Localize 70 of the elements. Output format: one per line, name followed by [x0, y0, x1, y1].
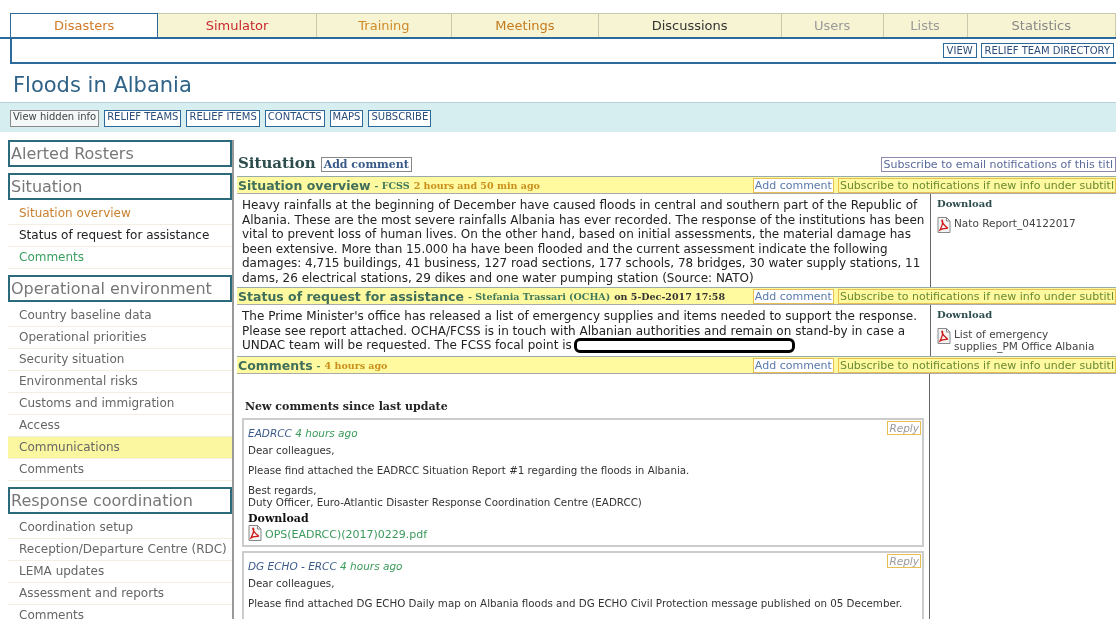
sidebar-item[interactable]: Security situation	[8, 349, 232, 371]
download-heading: Download	[937, 198, 994, 209]
toolbar-button[interactable]: RELIEF ITEMS	[186, 110, 260, 127]
subscribe-button[interactable]: Subscribe to notifications if new info under subtitl	[837, 288, 1116, 304]
pdf-file-icon	[937, 217, 951, 233]
comment-text: Dear colleagues,	[248, 577, 336, 589]
author-label: - FCSS	[374, 179, 410, 191]
toolbar-button[interactable]: View hidden info	[10, 110, 100, 127]
sidebar-item[interactable]: Country baseline data	[8, 305, 232, 327]
section-heading[interactable]: Situation	[8, 173, 232, 200]
timestamp: 2 hours and 50 min ago	[413, 179, 540, 191]
sidebar-item[interactable]: Comments	[8, 247, 232, 269]
nav-tab[interactable]: Disasters	[10, 13, 159, 37]
sidebar-item[interactable]: Environmental risks	[8, 371, 232, 393]
subscribe-button[interactable]: Subscribe to notifications if new info under subtitl	[837, 177, 1116, 193]
comment-text: Please find attached DG ECHO Daily map on Albania floods and DG ECHO Civil Protection message published on 05 December.	[248, 597, 904, 609]
timestamp: on 5-Dec-2017 17:58	[614, 290, 726, 302]
sidebar-item[interactable]: Assessment and reports	[8, 583, 232, 605]
link-button[interactable]: VIEW	[942, 43, 977, 58]
download-heading: Download	[248, 512, 310, 525]
comment-text: Dear colleagues,	[248, 444, 336, 456]
file-link[interactable]: OPS(EADRCC)(2017)0229.pdf	[265, 528, 428, 541]
section-title: Situation	[238, 154, 316, 172]
pdf-file-icon	[937, 328, 951, 344]
add-comment-button[interactable]: Add comment	[752, 288, 834, 304]
body-text: Heavy rainfalls at the beginning of December have caused floods in central and southern part of the Republic of Albania. These are the most severe rainfalls Albania has ever recorded. The response of the institutions has been vital to prevent loss of human lives. On the other hand, based on initial assessments, the material damage has been extensive. More than 15.000 ha have been flooded and the current assessment indicate the following damages: 4,715 buildings, 41 business, 127 road sections, 177 schools, 78 bridges, 30 water supply stations, 11 dams, 26 electrical stations, 29 dikes and one water pumping station (Source: NATO)	[242, 198, 925, 285]
sidebar-item[interactable]: Comments	[8, 459, 232, 481]
sidebar-item[interactable]: Reception/Departure Centre (RDC)	[8, 539, 232, 561]
comments-heading: New comments since last update	[245, 400, 449, 413]
toolbar-button[interactable]: SUBSCRIBE	[368, 110, 432, 127]
author-label: - Stefania Trassari (OCHA)	[468, 290, 611, 302]
nav-tab[interactable]: Simulator	[158, 13, 317, 37]
comment-author: DG ECHO - ERCC 4 hours ago	[248, 560, 403, 572]
sidebar-item[interactable]: Status of request for assistance	[8, 225, 232, 247]
toolbar-button[interactable]: RELIEF TEAMS	[104, 110, 182, 127]
comment-author: EADRCC 4 hours ago	[248, 427, 358, 439]
subsection-title: Comments	[238, 357, 313, 373]
comment-text: Please find attached the EADRCC Situation Report #1 regarding the floods in Albania.	[248, 464, 691, 476]
sidebar-item[interactable]: Coordination setup	[8, 517, 232, 539]
section-heading[interactable]: Response coordination	[8, 487, 232, 514]
sidebar-item[interactable]: Communications	[8, 437, 232, 459]
toolbar-button[interactable]: CONTACTS	[264, 110, 325, 127]
file-link[interactable]: Nato Report_04122017	[954, 217, 1104, 229]
subsection-title: Situation overview	[238, 177, 371, 193]
file-link[interactable]: List of emergency supplies_PM Office Albania	[954, 328, 1104, 352]
section-heading[interactable]: Alerted Rosters	[8, 140, 232, 167]
nav-tab[interactable]: Discussions	[598, 13, 782, 37]
toolbar-button[interactable]: MAPS	[329, 110, 364, 127]
add-comment-button[interactable]: Add comment	[752, 357, 834, 373]
timestamp: 4 hours ago	[324, 359, 388, 371]
subscribe-button[interactable]: Subscribe to notifications if new info under subtitl	[837, 357, 1116, 373]
section-heading[interactable]: Operational environment	[8, 275, 232, 302]
sidebar-item[interactable]: LEMA updates	[8, 561, 232, 583]
body-text: The Prime Minister's office has released a list of emergency supplies and items needed to support the response. Please see report attached. OCHA/FCSS is in touch with Albanian authorities and remain on stand-by in case a UNDAC team will be requested. The FCSS focal point is	[242, 309, 917, 352]
nav-tab[interactable]: Statistics	[967, 13, 1116, 37]
nav-tab[interactable]: Meetings	[452, 13, 599, 37]
pdf-file-icon	[248, 525, 262, 541]
download-heading: Download	[937, 309, 994, 320]
sidebar-item[interactable]: Situation overview	[8, 203, 232, 225]
subscribe-button[interactable]: Subscribe to email notifications of this titl	[880, 157, 1116, 172]
sidebar-item[interactable]: Customs and immigration	[8, 393, 232, 415]
subsection-title: Status of request for assistance	[238, 288, 464, 304]
page-title: Floods in Albania	[12, 72, 192, 99]
comment-text: Best regards, Duty Officer, Euro-Atlantic Disaster Response Coordination Centre (EADRCC)	[248, 484, 643, 508]
sidebar-item[interactable]: Operational priorities	[8, 327, 232, 349]
add-comment-button[interactable]: Add comment	[320, 157, 412, 172]
link-button[interactable]: RELIEF TEAM DIRECTORY	[980, 43, 1114, 58]
author-label: -	[316, 359, 321, 371]
sidebar-item[interactable]: Comments	[8, 605, 232, 619]
add-comment-button[interactable]: Add comment	[752, 177, 834, 193]
